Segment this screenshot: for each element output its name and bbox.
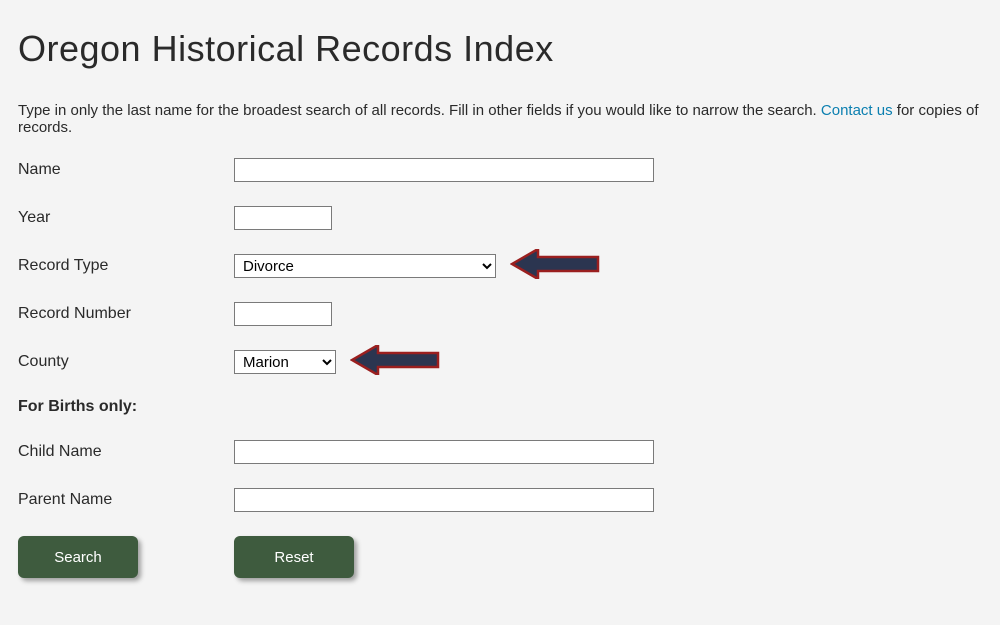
contact-us-link[interactable]: Contact us — [821, 102, 893, 119]
record-number-label: Record Number — [18, 305, 234, 323]
births-section-label: For Births only: — [18, 398, 982, 416]
page-title: Oregon Historical Records Index — [18, 28, 982, 70]
record-number-input[interactable] — [234, 302, 332, 326]
record-type-label: Record Type — [18, 257, 234, 275]
county-label: County — [18, 353, 234, 371]
reset-button[interactable]: Reset — [234, 536, 354, 578]
search-button[interactable]: Search — [18, 536, 138, 578]
parent-name-label: Parent Name — [18, 491, 234, 509]
child-name-label: Child Name — [18, 443, 234, 461]
intro-text: Type in only the last name for the broad… — [18, 102, 982, 136]
intro-text-before: Type in only the last name for the broad… — [18, 102, 821, 119]
name-input[interactable] — [234, 158, 654, 182]
county-select[interactable]: Marion — [234, 350, 336, 374]
name-label: Name — [18, 161, 234, 179]
arrow-annotation-icon — [510, 249, 586, 277]
arrow-annotation-icon — [350, 345, 426, 373]
parent-name-input[interactable] — [234, 488, 654, 512]
record-type-select[interactable]: Divorce — [234, 254, 496, 278]
year-label: Year — [18, 209, 234, 227]
child-name-input[interactable] — [234, 440, 654, 464]
year-input[interactable] — [234, 206, 332, 230]
